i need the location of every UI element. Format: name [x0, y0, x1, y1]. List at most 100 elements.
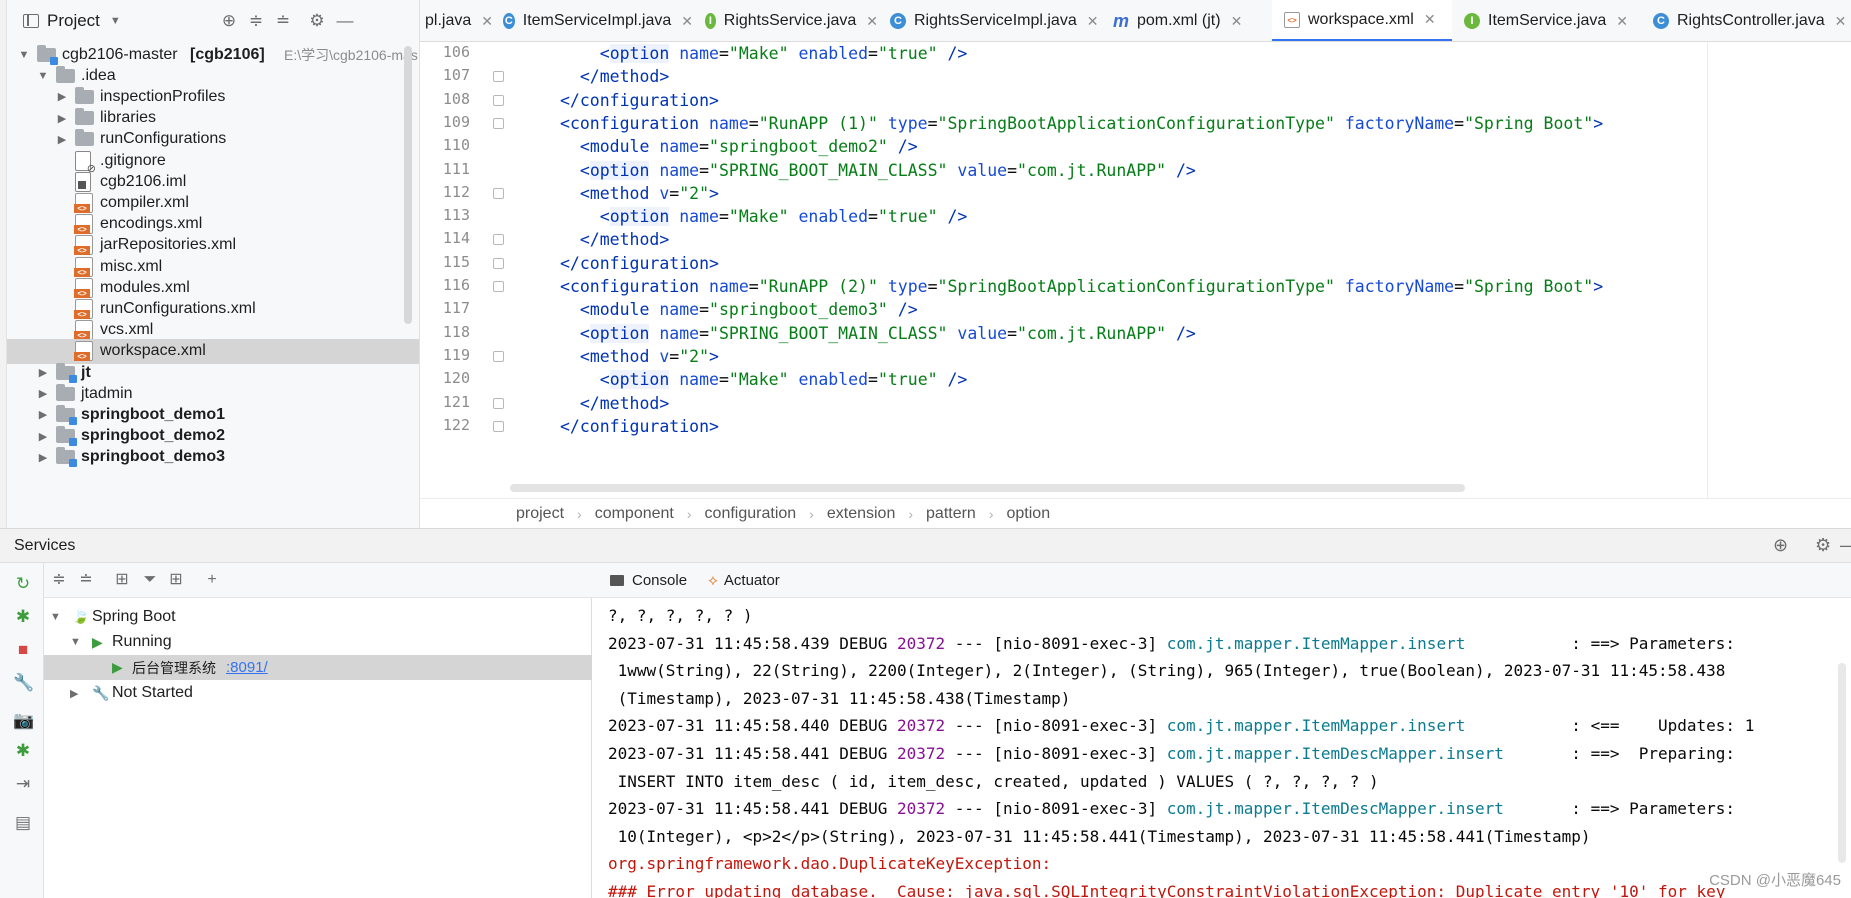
fold-marker-icon[interactable] [493, 94, 504, 106]
editor-horizontal-scrollbar[interactable] [510, 484, 1465, 492]
line-number: 108 [442, 89, 470, 108]
code-line[interactable]: </configuration> [560, 413, 719, 440]
stop-icon[interactable]: ■ [13, 640, 33, 660]
chevron-right-icon[interactable]: ▶ [70, 687, 78, 700]
expand-all-icon[interactable]: ≑ [246, 11, 266, 31]
close-icon[interactable]: ✕ [1835, 13, 1847, 30]
filter-icon[interactable]: ⏷ [140, 570, 160, 590]
project-tree-item-label: cgb2106.iml [100, 172, 187, 190]
project-scrollbar[interactable] [404, 46, 412, 324]
tab-pom-xml-jt-[interactable]: m pom.xml (jt) ✕ [1101, 0, 1272, 41]
tab-rightsserviceimpl-java[interactable]: C RightsServiceImpl.java ✕ [878, 0, 1101, 41]
tab-actuator[interactable]: ⟡ Actuator [708, 563, 780, 598]
collapse-all-icon[interactable]: ≐ [76, 570, 96, 590]
new-tab-icon[interactable]: ⊞ [166, 570, 186, 590]
project-tree-item-label: inspectionProfiles [100, 87, 226, 105]
chevron-right-icon[interactable]: ▶ [55, 112, 69, 125]
tab-rightscontroller-java[interactable]: C RightsController.java ✕ [1641, 0, 1851, 41]
login-icon[interactable]: ⇥ [13, 774, 33, 794]
services-action-bar: ↻ ✱ ■ 🔧 📷 ✱ ⇥ ▤ [0, 563, 44, 898]
service-item-label: Running [112, 633, 172, 650]
group-icon[interactable]: ⊞ [112, 570, 132, 590]
chevron-down-icon[interactable]: ▼ [36, 70, 50, 82]
fold-marker-icon[interactable] [493, 71, 504, 83]
tab-label: RightsServiceImpl.java [914, 12, 1077, 29]
service-item[interactable]: ▼ ▶ Running [44, 630, 592, 655]
service-item[interactable]: ▶ 🔧 Not Started [44, 681, 592, 706]
layout-icon[interactable]: ▤ [13, 813, 33, 833]
debug-attach-icon[interactable]: ✱ [13, 741, 33, 761]
console-line: (Timestamp), 2023-07-31 11:45:58.438(Tim… [608, 685, 1071, 712]
breadcrumb-item[interactable]: component [595, 505, 674, 523]
close-icon[interactable]: ✕ [681, 13, 693, 30]
fold-marker-icon[interactable] [493, 350, 504, 362]
breadcrumb-item[interactable]: extension [827, 505, 896, 523]
project-panel-title[interactable]: Project [47, 11, 100, 31]
console-text[interactable]: com.jt.mapper.ItemDescMapper.insert [1167, 744, 1562, 763]
wrench-icon[interactable]: 🔧 [13, 673, 34, 693]
close-icon[interactable]: ✕ [1616, 13, 1628, 30]
right-margin-guide [1707, 42, 1708, 498]
line-number: 112 [442, 182, 470, 201]
close-icon[interactable]: ✕ [866, 13, 878, 30]
collapse-all-icon[interactable]: ≐ [273, 11, 293, 31]
breadcrumb-item[interactable]: pattern [926, 505, 976, 523]
fold-marker-icon[interactable] [493, 187, 504, 199]
fold-marker-icon[interactable] [493, 397, 504, 409]
fold-marker-icon[interactable] [493, 420, 504, 432]
console-text[interactable]: com.jt.mapper.ItemDescMapper.insert [1167, 799, 1562, 818]
close-icon[interactable]: ✕ [1087, 13, 1099, 30]
breadcrumb-separator-icon: › [686, 505, 692, 522]
locate-icon[interactable]: ⊕ [1773, 535, 1788, 556]
console-scrollbar[interactable] [1838, 663, 1846, 863]
breadcrumb-separator-icon: › [577, 505, 582, 522]
chevron-right-icon[interactable]: ▶ [36, 387, 50, 400]
close-icon[interactable]: ✕ [1231, 13, 1243, 30]
line-number: 122 [442, 415, 470, 434]
close-icon[interactable]: ✕ [1424, 11, 1436, 28]
chevron-right-icon[interactable]: ▶ [36, 408, 50, 421]
gear-icon[interactable]: ⚙ [307, 11, 327, 31]
fold-marker-icon[interactable] [493, 257, 504, 269]
console-text[interactable]: com.jt.mapper.ItemMapper.insert [1167, 716, 1562, 735]
locate-icon[interactable]: ⊕ [219, 11, 239, 31]
project-view-icon[interactable] [23, 14, 39, 28]
code-editor[interactable]: <option name="Make" enabled="true" /> </… [510, 42, 1851, 498]
rerun-icon[interactable]: ↻ [13, 574, 33, 594]
project-tree-item[interactable]: ▶ springboot_demo3 [7, 445, 419, 470]
tab-itemservice-java[interactable]: I ItemService.java ✕ [1452, 0, 1641, 41]
chevron-down-icon[interactable]: ▼ [110, 15, 121, 27]
chevron-down-icon[interactable]: ▼ [50, 611, 61, 623]
tab-rightsservice-java[interactable]: I RightsService.java ✕ [693, 0, 878, 41]
fold-marker-icon[interactable] [493, 117, 504, 129]
chevron-right-icon[interactable]: ▶ [36, 451, 50, 464]
add-service-icon[interactable]: + [202, 570, 222, 590]
chevron-right-icon[interactable]: ▶ [55, 90, 69, 103]
chevron-right-icon[interactable]: ▶ [36, 366, 50, 379]
breadcrumb-item[interactable]: project [516, 505, 564, 523]
console-text: : ==> Parameters: [1561, 799, 1736, 819]
service-item[interactable]: ▼ 🍃 Spring Boot [44, 604, 592, 629]
hide-icon[interactable]: — [335, 11, 355, 31]
chevron-right-icon[interactable]: ▶ [55, 133, 69, 146]
console-text[interactable]: com.jt.mapper.ItemMapper.insert [1167, 634, 1562, 653]
gear-icon[interactable]: ⚙ [1815, 535, 1831, 556]
line-number: 120 [442, 369, 470, 388]
tab-console[interactable]: Console [610, 563, 687, 598]
chevron-down-icon[interactable]: ▼ [70, 636, 81, 648]
debug-icon[interactable]: ✱ [13, 607, 33, 627]
hide-icon[interactable]: — [1840, 535, 1851, 556]
tab-itemserviceimpl-java[interactable]: C ItemServiceImpl.java ✕ [491, 0, 693, 41]
chevron-right-icon[interactable]: ▶ [36, 430, 50, 443]
fold-marker-icon[interactable] [493, 281, 504, 292]
breadcrumb-item[interactable]: option [1007, 505, 1051, 523]
breadcrumb-item[interactable]: configuration [705, 505, 797, 523]
fold-marker-icon[interactable] [493, 234, 504, 246]
chevron-down-icon[interactable]: ▼ [17, 49, 31, 61]
tab-pl-java[interactable]: pl.java ✕ [420, 0, 493, 41]
camera-icon[interactable]: 📷 [13, 711, 34, 731]
expand-all-icon[interactable]: ≑ [49, 570, 69, 590]
service-port-link[interactable]: :8091/ [226, 659, 268, 676]
service-item[interactable]: ▶ 后台管理系统:8091/ [44, 655, 592, 680]
tab-workspace-xml[interactable]: <> workspace.xml ✕ [1272, 0, 1452, 41]
